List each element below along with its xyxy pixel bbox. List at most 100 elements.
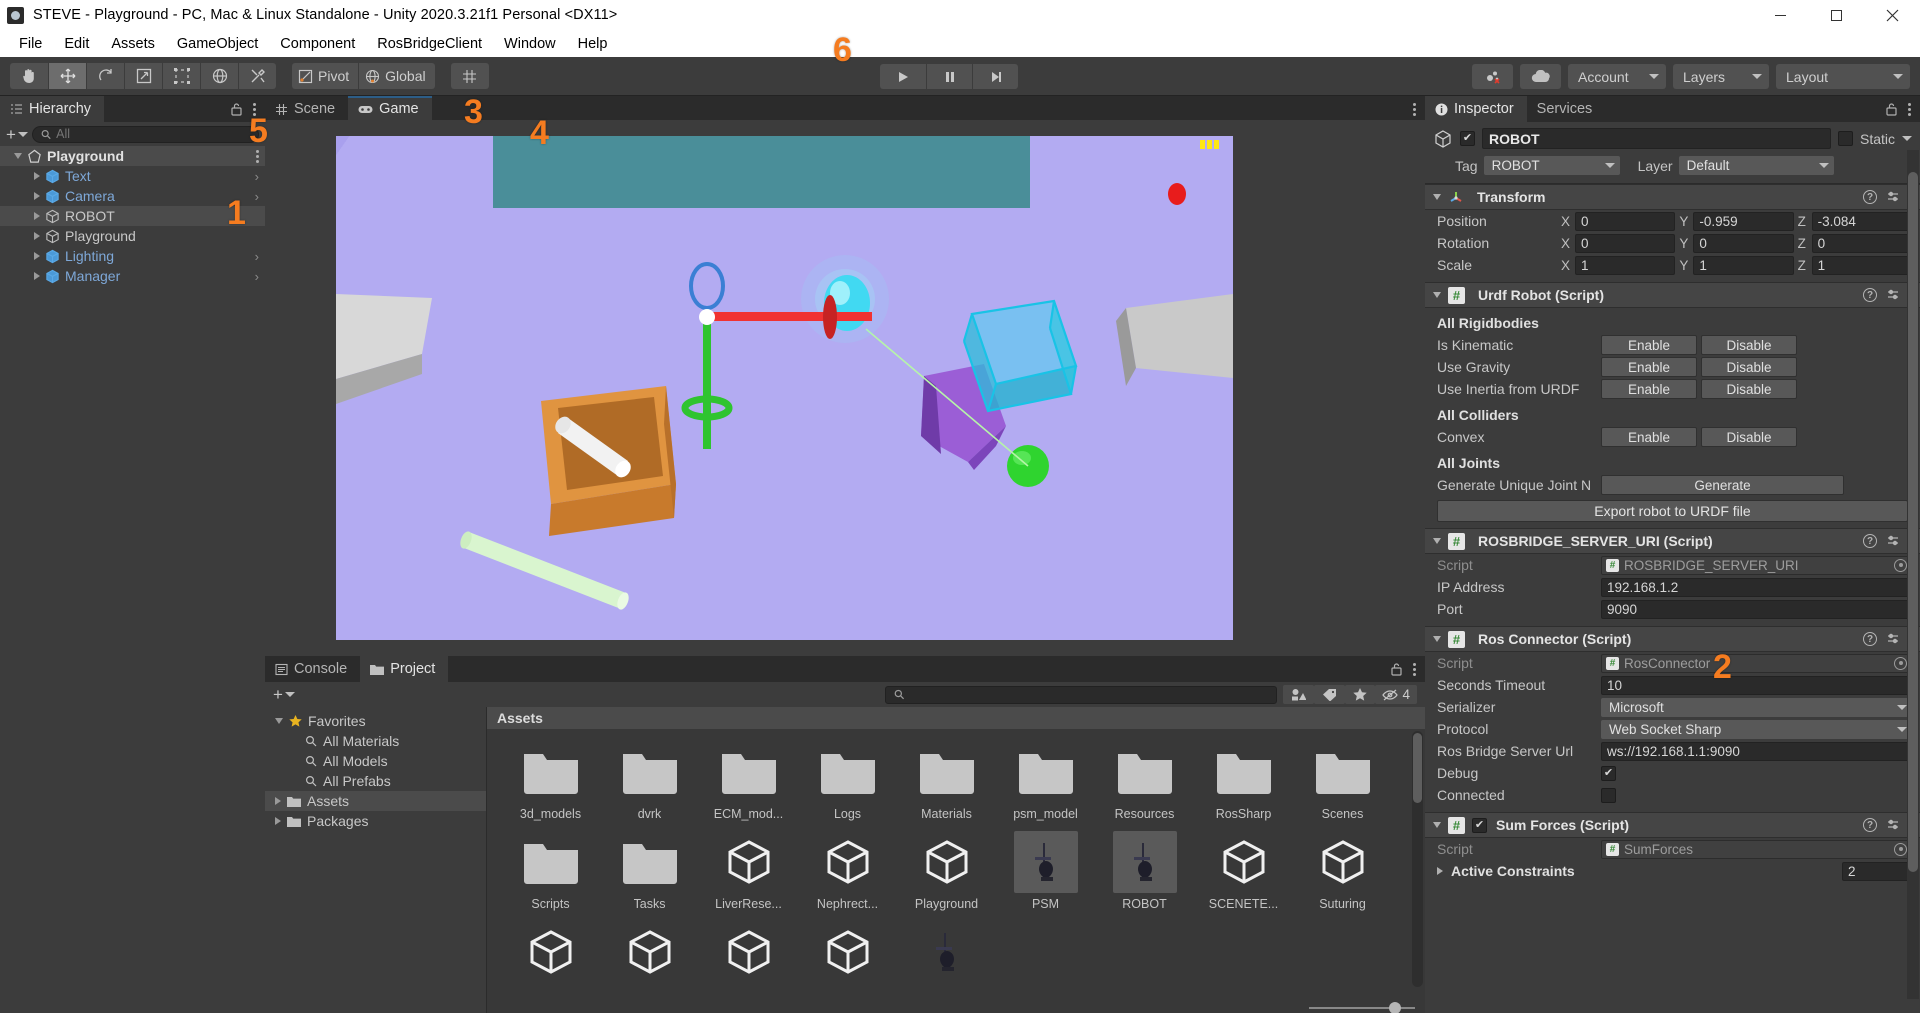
play-button[interactable] [880,64,926,89]
game-view-menu-icon[interactable] [1413,102,1416,116]
global-toggle[interactable]: Global [358,63,435,89]
minimize-icon[interactable] [1752,0,1808,30]
cloud-icon[interactable] [1520,64,1561,89]
hierarchy-item-camera[interactable]: Camera › [0,186,265,206]
asset-item[interactable] [600,921,699,987]
zoom-knob[interactable] [1389,1002,1401,1013]
layer-dropdown[interactable]: Default [1678,156,1834,175]
asset-item[interactable]: ECM_mod... [699,741,798,821]
asset-item[interactable]: RosSharp [1194,741,1293,821]
expand-arrow[interactable] [14,153,22,159]
collapse-triangle[interactable] [1433,194,1441,200]
tab-inspector[interactable]: Inspector [1425,96,1527,122]
tab-services[interactable]: Services [1527,96,1606,122]
layers-dropdown[interactable]: Layers [1673,64,1769,89]
layout-dropdown[interactable]: Layout [1776,64,1910,89]
chevron-right-icon[interactable]: › [255,189,259,204]
component-header-urdf-robot[interactable]: # Urdf Robot (Script) ? [1425,282,1920,308]
chevron-right-icon[interactable]: › [255,169,259,184]
pause-button[interactable] [926,64,972,89]
object-picker-icon[interactable] [1894,656,1907,670]
preset-icon[interactable] [1886,288,1900,302]
hierarchy-item-manager[interactable]: Manager › [0,266,265,286]
asset-item[interactable] [699,921,798,987]
maximize-icon[interactable] [1808,0,1864,30]
component-header-rosbridge-uri[interactable]: # ROSBRIDGE_SERVER_URI (Script) ? [1425,528,1920,554]
asset-item[interactable]: Resources [1095,741,1194,821]
asset-item[interactable]: 3d_models [501,741,600,821]
project-search[interactable] [885,685,1278,704]
tag-dropdown[interactable]: ROBOT [1483,156,1620,175]
hierarchy-row-menu-icon[interactable] [256,149,259,163]
transform-x-field[interactable]: 1 [1575,255,1676,275]
asset-item[interactable] [798,921,897,987]
preset-icon[interactable] [1886,534,1900,548]
project-tree-item-all-models[interactable]: All Models [265,751,486,771]
static-checkbox[interactable] [1837,131,1853,146]
object-name-field[interactable]: ROBOT [1482,128,1831,149]
chevron-down-icon[interactable] [1902,136,1912,141]
expand-arrow[interactable] [34,252,40,260]
transform-y-field[interactable]: 0 [1693,233,1794,253]
menu-rosbridgeclient[interactable]: RosBridgeClient [366,33,493,55]
asset-item[interactable]: Scripts [501,831,600,911]
inspector-menu-icon[interactable] [1908,102,1911,116]
asset-item[interactable]: SCENETE... [1194,831,1293,911]
tab-scene[interactable]: Scene [265,96,348,122]
connector-serializer-dropdown[interactable]: Microsoft [1601,697,1912,717]
asset-item[interactable]: Materials [897,741,996,821]
asset-item[interactable]: Tasks [600,831,699,911]
tab-game[interactable]: Game [348,96,432,122]
expand-arrow[interactable] [34,212,40,220]
hand-tool-icon[interactable] [10,63,48,89]
enable-button[interactable]: Enable [1601,335,1697,355]
expand-arrow[interactable] [275,718,283,724]
enable-button[interactable]: Enable [1601,427,1697,447]
hierarchy-item-playground[interactable]: Playground [0,226,265,246]
menu-gameobject[interactable]: GameObject [166,33,269,55]
custom-tool-icon[interactable] [238,63,276,89]
asset-item[interactable]: dvrk [600,741,699,821]
asset-item[interactable]: Suturing [1293,831,1392,911]
asset-item[interactable] [501,921,600,987]
object-picker-icon[interactable] [1894,558,1907,572]
tab-hierarchy[interactable]: Hierarchy [0,96,105,122]
expand-triangle[interactable] [1437,867,1443,875]
transform-z-field[interactable]: 0 [1811,233,1912,253]
transform-y-field[interactable]: 1 [1693,255,1794,275]
zoom-track[interactable] [1309,1002,1415,1013]
component-header-ros-connector[interactable]: # Ros Connector (Script) ? [1425,626,1920,652]
hierarchy-item-robot[interactable]: ROBOT [0,206,265,226]
close-icon[interactable] [1864,0,1920,30]
enable-button[interactable]: Enable [1601,357,1697,377]
preset-icon[interactable] [1886,818,1900,832]
sum-forces-enabled-checkbox[interactable] [1472,817,1487,833]
asset-item[interactable]: Nephrect... [798,831,897,911]
collapse-triangle[interactable] [1433,538,1441,544]
filter-by-label-icon[interactable] [1314,685,1346,704]
pivot-toggle[interactable]: Pivot [292,63,359,89]
create-asset-button[interactable]: + [273,686,295,703]
object-enabled-checkbox[interactable] [1460,131,1475,146]
hierarchy-item-lighting[interactable]: Lighting › [0,246,265,266]
project-search-input[interactable] [910,687,1269,702]
step-button[interactable] [972,64,1018,89]
project-tree-item-all-materials[interactable]: All Materials [265,731,486,751]
filter-by-type-icon[interactable] [1283,685,1315,704]
zoom-slider[interactable] [1309,1002,1415,1013]
project-menu-icon[interactable] [1413,662,1416,676]
help-icon[interactable]: ? [1863,190,1877,204]
project-scrollbar[interactable] [1412,731,1423,987]
rosbridge-script-field[interactable]: # ROSBRIDGE_SERVER_URI [1601,555,1912,575]
expand-arrow[interactable] [275,797,281,805]
disable-button[interactable]: Disable [1701,357,1797,377]
collapse-triangle[interactable] [1433,822,1441,828]
favorites-filter-icon[interactable] [1345,685,1376,704]
rotate-tool-icon[interactable] [86,63,124,89]
collab-icon[interactable] [1472,64,1513,89]
asset-item[interactable]: Playground [897,831,996,911]
lock-icon[interactable] [230,102,243,116]
asset-item[interactable]: LiverRese... [699,831,798,911]
transform-z-field[interactable]: 1 [1811,255,1912,275]
project-tree-item-favorites[interactable]: Favorites [265,711,486,731]
